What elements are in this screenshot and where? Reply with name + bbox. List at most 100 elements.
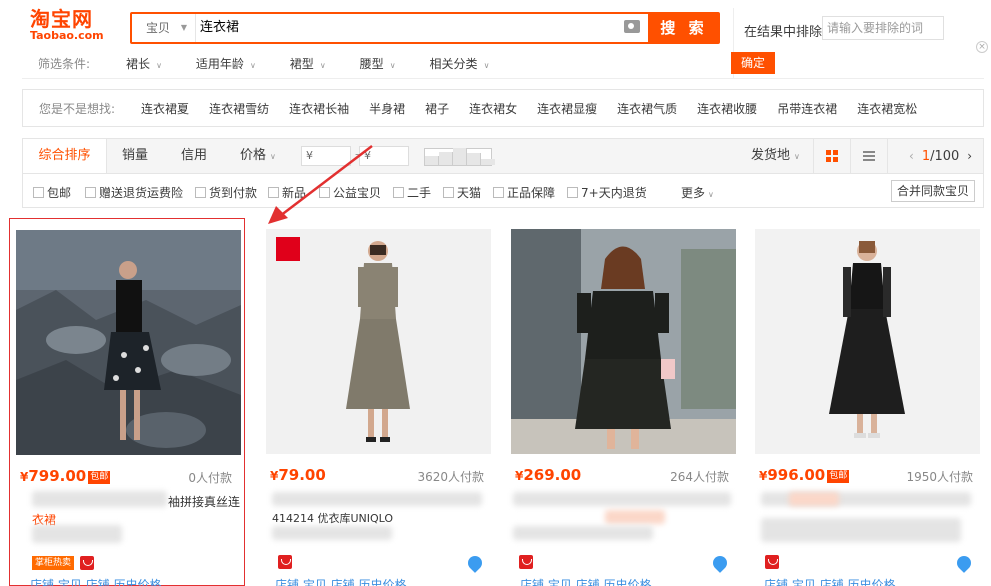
- check-return-insurance[interactable]: 赠送退货运费险: [85, 184, 183, 201]
- divider: [22, 78, 984, 79]
- checkbox[interactable]: [268, 187, 279, 198]
- chevron-down-icon: ∨: [708, 190, 714, 199]
- filter-skirt-length[interactable]: 裙长 ∨: [126, 55, 162, 72]
- wangwang-icon[interactable]: [710, 553, 730, 573]
- price-to-input[interactable]: ¥: [359, 146, 409, 166]
- blurred-shop: [272, 526, 392, 540]
- checkbox[interactable]: [85, 187, 96, 198]
- search-input[interactable]: 连衣裙: [200, 14, 239, 42]
- chevron-down-icon: ∨: [483, 60, 490, 70]
- check-free-shipping[interactable]: 包邮: [33, 184, 71, 201]
- filter-skirt-type[interactable]: 裙型 ∨: [290, 55, 326, 72]
- more-filters[interactable]: 更多 ∨: [681, 184, 714, 201]
- card-links[interactable]: 店铺 宝贝 店铺 历史价格: [520, 576, 651, 586]
- product-card[interactable]: ¥79.00 3620人付款 414214 优衣库UNIQLO: [260, 218, 496, 586]
- search-scope-dropdown[interactable]: 宝贝 ▼: [132, 14, 196, 42]
- blurred-title: [272, 492, 482, 506]
- page-current: 1: [921, 149, 931, 164]
- tab-sales[interactable]: 销量: [122, 139, 148, 173]
- wangwang-icon[interactable]: [465, 553, 485, 573]
- blurred-shop: [761, 518, 961, 542]
- suggest-item[interactable]: 连衣裙收腰: [697, 100, 757, 117]
- check-genuine[interactable]: 正品保障: [493, 184, 555, 201]
- tab-price[interactable]: 价格 ∨: [240, 139, 276, 173]
- product-card[interactable]: ¥799.00 包邮 0人付款 袖拼接真丝连 衣裙 掌柜热卖: [9, 218, 245, 586]
- suggest-item[interactable]: 半身裙: [369, 100, 405, 117]
- product-image[interactable]: [16, 230, 241, 455]
- ship-from-dropdown[interactable]: 发货地 ∨: [751, 139, 800, 173]
- more-label: 更多: [681, 186, 706, 200]
- check-new[interactable]: 新品: [268, 184, 306, 201]
- checkbox[interactable]: [443, 187, 454, 198]
- suggest-item[interactable]: 连衣裙气质: [617, 100, 677, 117]
- checkbox[interactable]: [319, 187, 330, 198]
- checkbox[interactable]: [493, 187, 504, 198]
- price-histogram[interactable]: [424, 148, 495, 166]
- tab-default-sort[interactable]: 综合排序: [23, 139, 107, 173]
- camera-icon[interactable]: [624, 20, 640, 33]
- product-image[interactable]: [266, 229, 491, 454]
- price-from-input[interactable]: ¥: [301, 146, 351, 166]
- check-label: 包邮: [47, 186, 72, 200]
- check-cod[interactable]: 货到付款: [195, 184, 257, 201]
- blurred-title: [32, 491, 167, 507]
- close-icon[interactable]: ×: [976, 41, 988, 53]
- suggest-item[interactable]: 连衣裙雪纺: [209, 100, 269, 117]
- product-title[interactable]: 414214 优衣库UNIQLO: [272, 510, 393, 526]
- confirm-button[interactable]: 确定: [731, 52, 775, 74]
- card-links[interactable]: 店铺 宝贝 店铺 历史价格: [30, 576, 161, 586]
- taobao-logo[interactable]: 淘宝网 Taobao.com: [30, 8, 110, 48]
- check-7day-return[interactable]: 7+天内退货: [567, 184, 647, 201]
- price-value: 79.00: [278, 466, 326, 484]
- filter-age[interactable]: 适用年龄 ∨: [196, 55, 256, 72]
- tmall-icon: [765, 555, 779, 569]
- check-charity[interactable]: 公益宝贝: [319, 184, 381, 201]
- suggest-item[interactable]: 裙子: [425, 100, 449, 117]
- product-card[interactable]: ¥269.00 264人付款: [505, 218, 741, 586]
- check-second-hand[interactable]: 二手: [393, 184, 431, 201]
- wangwang-icon[interactable]: [954, 553, 974, 573]
- list-view-icon[interactable]: [863, 151, 875, 161]
- filter-text: 裙型: [289, 56, 314, 71]
- chevron-down-icon: ∨: [389, 60, 396, 70]
- product-image[interactable]: [511, 229, 736, 454]
- filter-text: 裙长: [126, 56, 151, 71]
- product-title[interactable]: 袖拼接真丝连: [168, 493, 240, 510]
- check-tmall[interactable]: 天猫: [443, 184, 481, 201]
- suggest-item[interactable]: 连衣裙宽松: [857, 100, 917, 117]
- search-button[interactable]: 搜 索: [648, 12, 720, 44]
- tmall-icon: [80, 556, 94, 570]
- filter-text: 相关分类: [429, 56, 478, 71]
- mini-pager: ‹ 1/100 ›: [901, 139, 980, 173]
- check-label: 公益宝贝: [333, 186, 382, 200]
- histogram-bar: [425, 156, 439, 165]
- tab-credit[interactable]: 信用: [181, 139, 207, 173]
- suggest-item[interactable]: 连衣裙女: [469, 100, 517, 117]
- exclude-input[interactable]: 请输入要排除的词: [822, 16, 944, 40]
- grid-cell: [833, 157, 838, 162]
- product-card[interactable]: ¥996.00 包邮 1950人付款: [749, 218, 985, 586]
- suggest-item[interactable]: 连衣裙长袖: [289, 100, 349, 117]
- suggest-item[interactable]: 连衣裙显瘦: [537, 100, 597, 117]
- grid-cell: [826, 157, 831, 162]
- chevron-down-icon: ▼: [180, 23, 187, 32]
- product-price: ¥996.00 包邮: [759, 466, 850, 484]
- next-page-icon[interactable]: ›: [967, 149, 972, 163]
- checkbox[interactable]: [195, 187, 206, 198]
- hot-sale-badge: 掌柜热卖: [32, 556, 75, 570]
- product-image[interactable]: [755, 229, 980, 454]
- filter-waist[interactable]: 腰型 ∨: [360, 55, 396, 72]
- merge-same-items-button[interactable]: 合并同款宝贝: [891, 180, 975, 202]
- suggest-item[interactable]: 吊带连衣裙: [777, 100, 837, 117]
- filter-category[interactable]: 相关分类 ∨: [430, 55, 490, 72]
- checkbox[interactable]: [33, 187, 44, 198]
- tmall-icon: [519, 555, 533, 569]
- prev-page-icon[interactable]: ‹: [909, 149, 914, 163]
- price-value: 799.00: [28, 467, 87, 485]
- checkbox[interactable]: [393, 187, 404, 198]
- suggest-item[interactable]: 连衣裙夏: [141, 100, 189, 117]
- card-links[interactable]: 店铺 宝贝 店铺 历史价格: [764, 576, 895, 586]
- card-links[interactable]: 店铺 宝贝 店铺 历史价格: [275, 576, 406, 586]
- checkbox[interactable]: [567, 187, 578, 198]
- grid-view-icon[interactable]: [826, 150, 838, 162]
